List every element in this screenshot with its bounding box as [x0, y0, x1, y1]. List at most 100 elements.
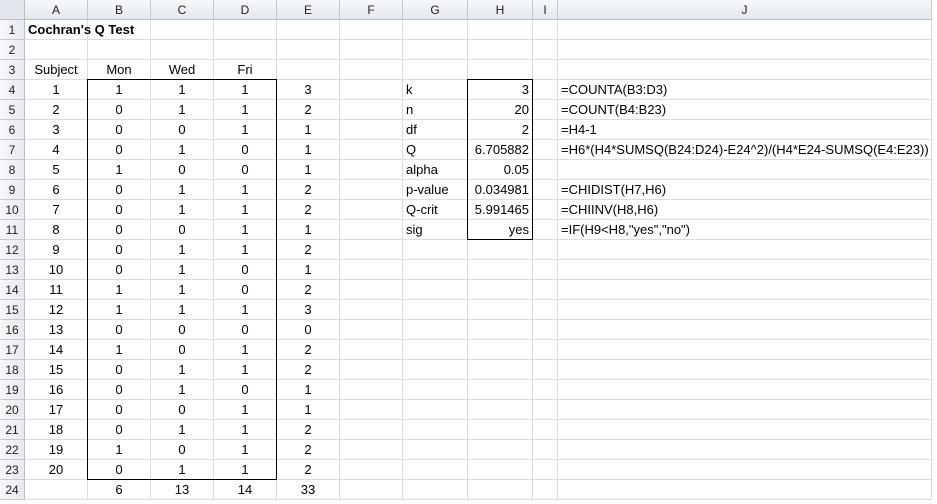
row-header-23[interactable]: 23 [0, 460, 25, 480]
row-header-9[interactable]: 9 [0, 180, 25, 200]
grid-cell[interactable] [25, 480, 88, 500]
grid-cell[interactable] [533, 240, 558, 260]
grid-cell[interactable] [340, 40, 403, 60]
grid-cell[interactable] [340, 160, 403, 180]
row-header-11[interactable]: 11 [0, 220, 25, 240]
row-header-15[interactable]: 15 [0, 300, 25, 320]
grid-cell[interactable] [533, 200, 558, 220]
grid-cell[interactable] [25, 40, 88, 60]
grid-cell[interactable] [468, 440, 533, 460]
grid-cell[interactable] [340, 180, 403, 200]
grid-cell[interactable] [277, 60, 340, 80]
row-header-10[interactable]: 10 [0, 200, 25, 220]
grid-cell[interactable] [533, 20, 558, 40]
grid-cell[interactable] [340, 140, 403, 160]
grid-cell[interactable] [340, 280, 403, 300]
grid-cell[interactable] [533, 280, 558, 300]
grid-cell[interactable] [468, 320, 533, 340]
grid-cell[interactable] [533, 400, 558, 420]
grid-cell[interactable] [340, 360, 403, 380]
grid-cell[interactable] [340, 340, 403, 360]
grid-cell[interactable] [277, 40, 340, 60]
grid-cell[interactable] [403, 60, 468, 80]
grid-cell[interactable] [533, 140, 558, 160]
row-header-22[interactable]: 22 [0, 440, 25, 460]
grid-cell[interactable] [533, 420, 558, 440]
grid-cell[interactable] [533, 80, 558, 100]
grid-cell[interactable] [403, 420, 468, 440]
row-header-12[interactable]: 12 [0, 240, 25, 260]
row-header-13[interactable]: 13 [0, 260, 25, 280]
grid-cell[interactable] [558, 260, 932, 280]
grid-cell[interactable] [558, 300, 932, 320]
row-header-19[interactable]: 19 [0, 380, 25, 400]
grid-cell[interactable] [340, 60, 403, 80]
grid-cell[interactable] [340, 260, 403, 280]
grid-cell[interactable] [468, 360, 533, 380]
grid-cell[interactable] [558, 20, 932, 40]
grid-cell[interactable] [558, 400, 932, 420]
row-header-2[interactable]: 2 [0, 40, 25, 60]
row-header-5[interactable]: 5 [0, 100, 25, 120]
row-header-8[interactable]: 8 [0, 160, 25, 180]
grid-cell[interactable] [340, 100, 403, 120]
grid-cell[interactable] [468, 480, 533, 500]
grid-cell[interactable] [340, 240, 403, 260]
grid-cell[interactable] [403, 400, 468, 420]
grid-cell[interactable] [533, 40, 558, 60]
grid-cell[interactable] [558, 380, 932, 400]
grid-cell[interactable] [533, 300, 558, 320]
grid-cell[interactable] [558, 320, 932, 340]
column-header-a[interactable]: A [25, 0, 88, 20]
grid-cell[interactable] [558, 40, 932, 60]
grid-cell[interactable] [340, 440, 403, 460]
grid-cell[interactable] [340, 200, 403, 220]
grid-cell[interactable] [533, 460, 558, 480]
grid-cell[interactable] [533, 180, 558, 200]
select-all-corner[interactable] [0, 0, 25, 20]
grid-cell[interactable] [403, 440, 468, 460]
grid-cell[interactable] [403, 460, 468, 480]
grid-cell[interactable] [277, 20, 340, 40]
grid-cell[interactable] [533, 340, 558, 360]
grid-cell[interactable] [468, 240, 533, 260]
grid-cell[interactable] [558, 360, 932, 380]
column-header-f[interactable]: F [340, 0, 403, 20]
grid-cell[interactable] [340, 300, 403, 320]
grid-cell[interactable] [533, 100, 558, 120]
row-header-3[interactable]: 3 [0, 60, 25, 80]
grid-cell[interactable] [468, 420, 533, 440]
grid-cell[interactable] [558, 340, 932, 360]
grid-cell[interactable] [558, 480, 932, 500]
grid-cell[interactable] [340, 460, 403, 480]
row-header-18[interactable]: 18 [0, 360, 25, 380]
grid-cell[interactable] [533, 220, 558, 240]
grid-cell[interactable] [403, 380, 468, 400]
grid-cell[interactable] [468, 300, 533, 320]
grid-cell[interactable] [533, 120, 558, 140]
column-header-g[interactable]: G [403, 0, 468, 20]
grid-cell[interactable] [340, 400, 403, 420]
row-header-21[interactable]: 21 [0, 420, 25, 440]
grid-cell[interactable] [468, 400, 533, 420]
column-header-d[interactable]: D [214, 0, 277, 20]
column-header-h[interactable]: H [468, 0, 533, 20]
column-header-i[interactable]: I [533, 0, 558, 20]
grid-cell[interactable] [558, 240, 932, 260]
column-header-c[interactable]: C [151, 0, 214, 20]
grid-cell[interactable] [533, 380, 558, 400]
grid-cell[interactable] [468, 260, 533, 280]
grid-cell[interactable] [340, 80, 403, 100]
grid-cell[interactable] [403, 280, 468, 300]
grid-cell[interactable] [340, 20, 403, 40]
grid-cell[interactable] [403, 360, 468, 380]
grid-cell[interactable] [533, 480, 558, 500]
grid-cell[interactable] [403, 240, 468, 260]
grid-cell[interactable] [340, 120, 403, 140]
grid-cell[interactable] [558, 60, 932, 80]
grid-cell[interactable] [558, 280, 932, 300]
grid-cell[interactable] [340, 480, 403, 500]
grid-cell[interactable] [533, 360, 558, 380]
grid-cell[interactable] [403, 260, 468, 280]
grid-cell[interactable] [533, 60, 558, 80]
